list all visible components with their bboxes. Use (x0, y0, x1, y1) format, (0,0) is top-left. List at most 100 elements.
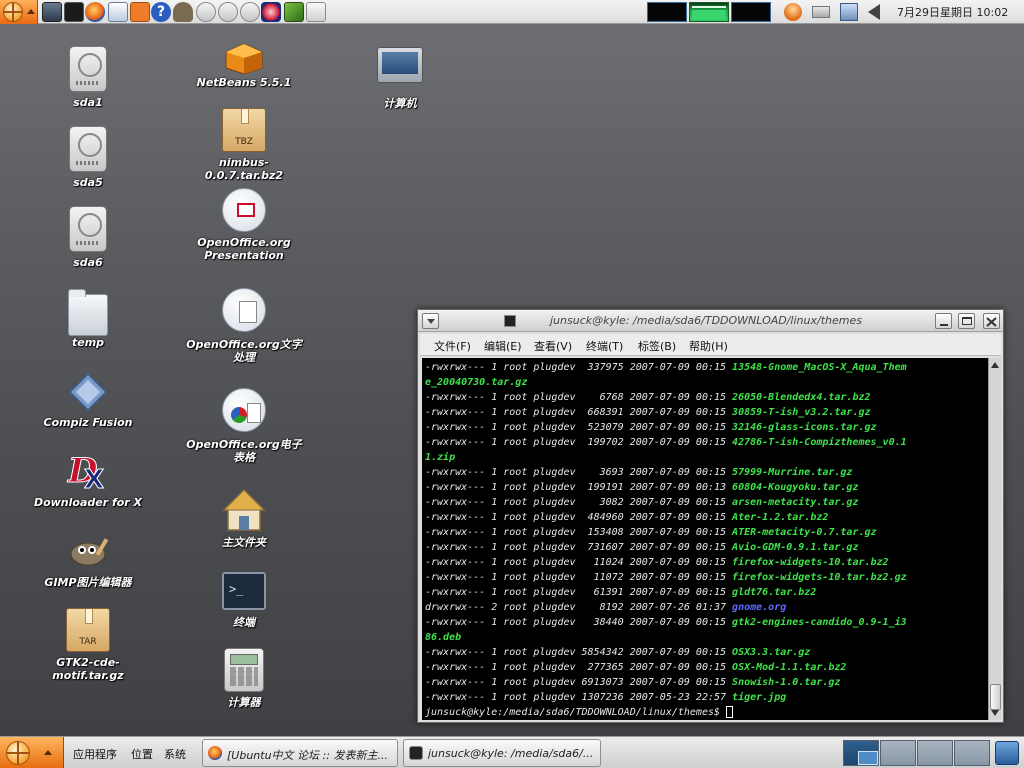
file-name: 57999-Murrine.tar.gz (732, 467, 853, 478)
printer-icon[interactable] (812, 6, 830, 18)
text-cursor (726, 706, 734, 718)
firefox-icon (208, 746, 222, 760)
menu-edit[interactable]: 编辑(E) (484, 338, 522, 354)
menu-applications[interactable]: 应用程序 (73, 746, 117, 762)
desktop-icon-sda1[interactable]: sda1 (69, 46, 107, 109)
scroll-up-icon[interactable] (991, 362, 999, 368)
desktop-icon-oo-writer[interactable]: OpenOffice.org文字处理 (186, 288, 302, 364)
file-meta: -rwxrwx--- 1 root plugdev 199702 2007-07… (425, 437, 733, 448)
main-menu-button[interactable] (0, 0, 38, 24)
menu-places[interactable]: 位置 (131, 746, 153, 762)
desktop-icon-sda6[interactable]: sda6 (69, 206, 107, 269)
file-meta: -rwxrwx--- 1 root plugdev 38440 2007-07-… (425, 617, 733, 628)
terminal-launcher-icon[interactable] (64, 2, 84, 22)
volume-icon[interactable] (868, 4, 880, 20)
file-name: 60804-Kougyoku.tar.gz (732, 482, 859, 493)
workspace-4[interactable] (954, 740, 990, 766)
terminal-line: -rwxrwx--- 1 root plugdev 6768 2007-07-0… (425, 390, 988, 405)
workspace-1[interactable] (843, 740, 879, 766)
desktop-icon-sda5[interactable]: sda5 (69, 126, 107, 189)
terminal-titlebar[interactable]: junsuck@kyle: /media/sda6/TDDOWNLOAD/lin… (418, 310, 1003, 332)
oo-calc-icon (222, 388, 266, 432)
cpu-monitor-graph[interactable] (647, 2, 687, 22)
downloader-launcher-icon[interactable] (261, 2, 281, 22)
minimize-button[interactable] (935, 313, 952, 329)
desktop-icon-nimbus[interactable]: TBZ nimbus-0.0.7.tar.bz2 (205, 108, 283, 182)
trash-icon[interactable] (995, 741, 1019, 765)
folder-icon (68, 289, 108, 336)
harddisk-icon (69, 126, 107, 172)
desktop-icon-label: NetBeans 5.5.1 (196, 76, 292, 89)
applications-menu-button[interactable] (0, 737, 64, 768)
terminal-line: drwxrwx--- 2 root plugdev 8192 2007-07-2… (425, 600, 988, 615)
scroll-down-icon[interactable] (991, 710, 999, 716)
terminal-window[interactable]: junsuck@kyle: /media/sda6/TDDOWNLOAD/lin… (417, 309, 1004, 723)
directory-name: gnome.org (732, 602, 787, 613)
workspace-3[interactable] (917, 740, 953, 766)
terminal-screen[interactable]: -rwxrwx--- 1 root plugdev 337975 2007-07… (422, 358, 988, 720)
close-button[interactable] (983, 313, 1000, 329)
menu-help[interactable]: 帮助(H) (689, 338, 728, 354)
file-name: arsen-metacity.tar.gz (732, 497, 859, 508)
firefox-launcher-icon[interactable] (85, 2, 105, 22)
maximize-button[interactable] (958, 313, 975, 329)
terminal-prompt-line[interactable]: junsuck@kyle:/media/sda6/TDDOWNLOAD/linu… (425, 705, 988, 720)
network-monitor-graph[interactable] (731, 2, 771, 22)
menu-system[interactable]: 系统 (164, 746, 186, 762)
desktop-icon-compiz-fusion[interactable]: Compiz Fusion (44, 372, 132, 429)
desktop-icon-temp[interactable]: temp (68, 289, 108, 349)
workspace-2[interactable] (880, 740, 916, 766)
menu-terminal[interactable]: 终端(T) (586, 338, 623, 354)
terminal-line: -rwxrwx--- 1 root plugdev 277365 2007-07… (425, 660, 988, 675)
terminal-icon: >_ (222, 572, 266, 610)
file-meta: -rwxrwx--- 1 root plugdev 199191 2007-07… (425, 482, 733, 493)
mplayer-launcher-icon[interactable] (306, 2, 326, 22)
window-menu-button[interactable] (422, 313, 439, 329)
desktop-icon-label: OpenOffice.org文字处理 (186, 338, 302, 364)
file-name: 1.zip (425, 452, 456, 463)
desktop-icon-calculator[interactable]: 计算器 (224, 648, 264, 710)
clock[interactable]: 7月29日星期日 10:02 (897, 4, 1008, 20)
terminal-line: -rwxrwx--- 1 root plugdev 3693 2007-07-0… (425, 465, 988, 480)
desktop-icon-gtk2-cde-motif[interactable]: TAR GTK2-cde-motif.tar.gz (52, 608, 124, 682)
oo-impress-launcher-icon[interactable] (196, 2, 216, 22)
desktop-icon-netbeans[interactable]: NetBeans 5.5.1 (197, 42, 291, 90)
oo-writer-launcher-icon[interactable] (218, 2, 238, 22)
menu-view[interactable]: 查看(V) (534, 338, 572, 354)
show-desktop-icon[interactable] (42, 2, 62, 22)
file-meta: -rwxrwx--- 1 root plugdev 668391 2007-07… (425, 407, 733, 418)
book-launcher-icon[interactable] (284, 2, 304, 22)
desktop-icon-label: OpenOffice.org电子表格 (186, 438, 302, 464)
file-name: Snowish-1.0.tar.gz (732, 677, 841, 688)
desktop-icon-terminal[interactable]: >_ 终端 (222, 572, 266, 632)
terminal-line: -rwxrwx--- 1 root plugdev 199702 2007-07… (425, 435, 988, 450)
desktop-icon-oo-presentation[interactable]: OpenOffice.org Presentation (197, 188, 291, 262)
file-meta: -rwxrwx--- 1 root plugdev 11072 2007-07-… (425, 572, 733, 583)
help-icon[interactable]: ? (151, 2, 171, 22)
gimp-launcher-icon[interactable] (173, 2, 193, 22)
menu-tabs[interactable]: 标签(B) (638, 338, 676, 354)
desktop-icon-computer[interactable]: 计算机 (377, 47, 423, 111)
memory-monitor-graph[interactable] (689, 2, 729, 22)
network-icon[interactable] (840, 3, 858, 21)
file-meta: -rwxrwx--- 1 root plugdev 1307236 2007-0… (425, 692, 733, 703)
desktop-icon-oo-calc[interactable]: OpenOffice.org电子表格 (186, 388, 302, 464)
close-icon (986, 317, 997, 327)
user-icon[interactable] (784, 3, 802, 21)
file-name: gldt76.tar.bz2 (732, 587, 817, 598)
office-launcher-icon[interactable] (130, 2, 150, 22)
terminal-line: -rwxrwx--- 1 root plugdev 1307236 2007-0… (425, 690, 988, 705)
menu-file[interactable]: 文件(F) (434, 338, 471, 354)
taskbar-button-terminal[interactable]: junsuck@kyle: /media/sda6/... (403, 739, 601, 767)
oo-calc-launcher-icon[interactable] (240, 2, 260, 22)
desktop-icon-home-folder[interactable]: 主文件夹 (222, 488, 266, 550)
email-launcher-icon[interactable] (108, 2, 128, 22)
taskbar-button-firefox[interactable]: [Ubuntu中文 论坛 :: 发表新主... (202, 739, 398, 767)
terminal-line: -rwxrwx--- 1 root plugdev 731607 2007-07… (425, 540, 988, 555)
desktop-icon-gimp[interactable]: GIMP图片编辑器 (44, 530, 132, 589)
desktop-icon-downloader-for-x[interactable]: D X Downloader for X (34, 448, 142, 510)
scrollbar-thumb[interactable] (990, 684, 1001, 710)
terminal-scrollbar[interactable] (988, 358, 1001, 720)
desktop-icon-label: GTK2-cde-motif.tar.gz (52, 656, 124, 682)
file-meta: -rwxrwx--- 1 root plugdev 61391 2007-07-… (425, 587, 733, 598)
